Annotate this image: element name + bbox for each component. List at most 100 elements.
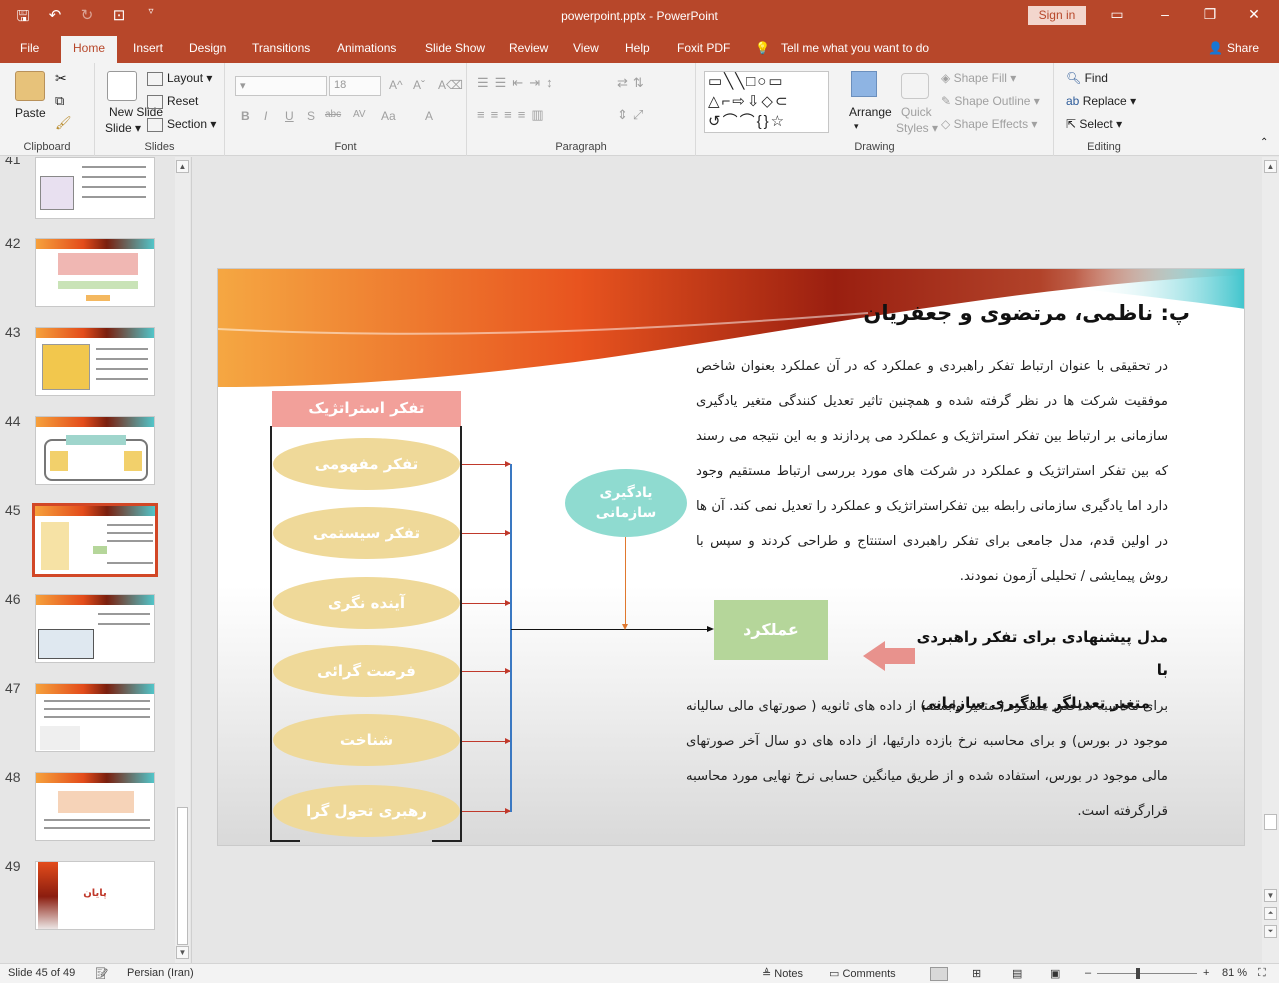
tab-insert[interactable]: Insert [133,41,163,55]
scroll-thumb[interactable] [177,807,188,945]
tab-foxit-pdf[interactable]: Foxit PDF [677,41,730,55]
ribbon-display-options-icon[interactable]: ▭ [1107,6,1127,23]
zoom-slider-track[interactable] [1097,973,1197,974]
diagram-item-oval[interactable]: فرصت گرائی [273,645,460,697]
current-slide[interactable]: پ: ناظمی، مرتضوی و جعفریان در تحقیقی با … [217,268,1245,846]
arrange-icon[interactable] [851,71,877,97]
quick-styles-button-label2[interactable]: Styles ▾ [896,121,938,135]
section-button[interactable]: Section ▾ [147,117,216,132]
slide-thumbnail-selected[interactable] [32,503,158,577]
arrange-caret[interactable]: ▾ [854,121,859,132]
fit-to-window-icon[interactable]: ⛶ [1258,967,1266,980]
spell-check-icon[interactable]: 📝︎ [95,967,109,980]
restore-button[interactable]: ❐ [1200,6,1220,23]
shape-effects-button[interactable]: ◇ Shape Effects ▾ [941,117,1037,131]
find-button[interactable]: 🔍︎ Find [1066,71,1108,85]
diagram-item-oval[interactable]: رهبری تحول گرا [273,785,460,837]
slide-paragraph-1[interactable]: در تحقیقی با عنوان ارتباط تفکر راهبردی و… [696,349,1168,594]
left-arrow-shape[interactable] [863,641,917,671]
outcome-box[interactable]: عملکرد [714,600,828,660]
scroll-up-icon[interactable]: ▲ [176,160,189,173]
slide-thumbnail[interactable]: پایان [35,861,155,930]
list-buttons[interactable]: ☰☰⇤⇥↕ [477,75,559,91]
underline-button[interactable]: U [285,109,294,123]
zoom-in-icon[interactable]: + [1203,967,1209,979]
shape-outline-button[interactable]: ✎ Shape Outline ▾ [941,94,1040,108]
next-slide-icon[interactable]: ⏷ [1264,925,1277,938]
scroll-up-icon[interactable]: ▲ [1264,160,1277,173]
italic-button[interactable]: I [264,109,267,123]
scroll-down-icon[interactable]: ▼ [176,946,189,959]
align-buttons[interactable]: ≡≡≡≡▥ [477,107,550,123]
font-size-combo[interactable]: 18 [329,76,381,96]
select-button[interactable]: ⇱ Select ▾ [1066,117,1122,131]
shadow-button[interactable]: S [307,109,315,123]
sign-in-button[interactable]: Sign in [1028,6,1086,25]
format-painter-icon[interactable]: 🖌 [55,115,72,131]
collapse-ribbon-icon[interactable]: ⌃ [1260,137,1268,148]
tab-home[interactable]: Home [61,36,118,63]
slide-sorter-icon[interactable]: ⊞ [972,967,981,980]
moderator-ellipse[interactable]: یادگیری سازمانی [565,469,687,537]
shape-fill-button[interactable]: ◈ Shape Fill ▾ [941,71,1016,85]
copy-icon[interactable]: ⧉ [55,93,64,109]
tab-file[interactable]: File [20,41,39,55]
minimize-button[interactable]: – [1155,6,1175,22]
tab-help[interactable]: Help [625,41,650,55]
tab-slide-show[interactable]: Slide Show [425,41,485,55]
slide-thumbnail[interactable] [35,157,155,219]
share-icon[interactable]: 👤 [1208,41,1223,55]
previous-slide-icon[interactable]: ⏶ [1264,907,1277,920]
slide-title[interactable]: پ: ناظمی، مرتضوی و جعفریان [838,301,1190,325]
shapes-gallery[interactable]: ▭╲╲□○▭ △⌐⇨⇩◇⊂ ↺⌒⌒{}☆ [704,71,829,133]
zoom-out-icon[interactable]: – [1085,967,1091,979]
replace-button[interactable]: ab Replace ▾ [1066,94,1136,108]
scroll-thumb[interactable] [1264,814,1277,830]
reading-view-icon[interactable]: ▤ [1012,967,1022,980]
arrange-button[interactable]: Arrange [849,105,892,119]
scroll-down-icon[interactable]: ▼ [1264,889,1277,902]
comments-button[interactable]: ▭ Comments [829,967,896,980]
slideshow-view-icon[interactable]: ▣ [1050,967,1060,980]
diagram-item-oval[interactable]: آینده نگری [273,577,460,629]
tab-transitions[interactable]: Transitions [252,41,310,55]
tab-animations[interactable]: Animations [337,41,396,55]
reset-button[interactable]: Reset [147,94,198,109]
slide-thumbnail[interactable] [35,416,155,485]
strikethrough-button[interactable]: abc [325,109,341,120]
share-button[interactable]: Share [1227,41,1259,55]
char-spacing-button[interactable]: AV [353,109,366,120]
tab-view[interactable]: View [573,41,599,55]
slide-thumbnail[interactable] [35,238,155,307]
bold-button[interactable]: B [241,109,250,123]
new-slide-button-label2[interactable]: Slide ▾ [105,121,141,135]
clear-format-icon[interactable]: A⌫ [438,78,463,92]
diagram-item-oval[interactable]: تفکر مفهومی [273,438,460,490]
font-color-button[interactable]: A [425,109,433,123]
notes-button[interactable]: ≜ Notes [762,967,803,980]
slide-paragraph-2[interactable]: برای محاسبه شاخص عملکرد ( متغیر وابسته) … [686,689,1168,829]
cut-icon[interactable]: ✂ [55,70,67,87]
tell-me-search[interactable]: Tell me what you want to do [781,41,929,55]
close-button[interactable]: ✕ [1244,6,1264,23]
shrink-font-icon[interactable]: Aˇ [413,78,425,92]
text-direction-buttons[interactable]: ⇄⇅ [617,75,649,91]
diagram-item-oval[interactable]: تفکر سیستمی [273,507,460,559]
slide-thumbnail[interactable] [35,772,155,841]
align-text-buttons[interactable]: ⇕⤢ [617,107,648,123]
diagram-header[interactable]: تفکر استراتژیک [272,391,461,427]
thumbnail-scrollbar[interactable]: ▲ ▼ [175,157,190,963]
tab-design[interactable]: Design [189,41,226,55]
zoom-level[interactable]: 81 % [1222,967,1247,979]
font-name-combo[interactable]: ▾ [235,76,327,96]
zoom-slider-thumb[interactable] [1136,968,1140,979]
layout-button[interactable]: Layout ▾ [147,71,212,86]
new-slide-icon[interactable] [107,71,137,101]
slide-thumbnail[interactable] [35,327,155,396]
paste-icon[interactable] [15,71,45,101]
language-indicator[interactable]: Persian (Iran) [127,967,194,979]
quick-styles-icon[interactable] [901,73,929,99]
slide-scrollbar[interactable]: ▲ ▼ ⏶ ⏷ [1262,157,1279,963]
slide-thumbnail[interactable] [35,683,155,752]
normal-view-icon[interactable] [930,967,948,981]
